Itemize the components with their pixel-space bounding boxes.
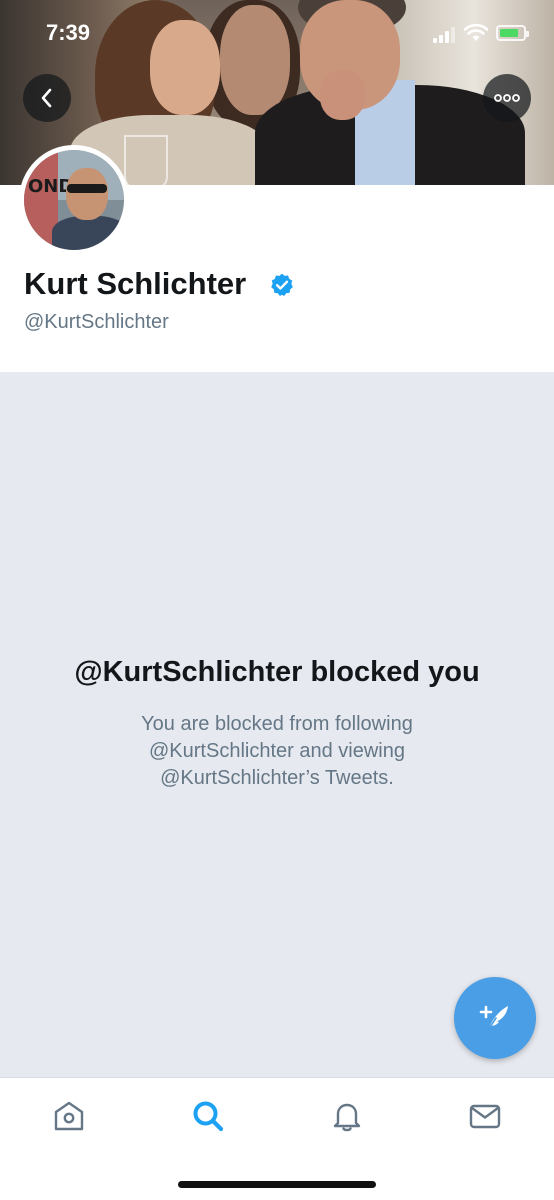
- tab-search[interactable]: [188, 1096, 228, 1136]
- profile-display-name: Kurt Schlichter: [24, 266, 247, 301]
- status-bar: 7:39: [0, 0, 554, 66]
- blocked-title: @KurtSchlichter blocked you: [74, 656, 480, 688]
- profile-handle: @KurtSchlichter: [24, 311, 169, 333]
- search-icon: [193, 1101, 224, 1132]
- avatar-photo: OND: [24, 150, 124, 250]
- status-time: 7:39: [46, 20, 91, 45]
- more-options-button[interactable]: [483, 74, 531, 122]
- cellular-signal-icon: [433, 27, 455, 43]
- tab-notifications[interactable]: [327, 1096, 367, 1136]
- wifi-icon: [464, 24, 488, 41]
- back-button[interactable]: [23, 74, 71, 122]
- battery-icon: [496, 25, 529, 41]
- tab-home[interactable]: [49, 1096, 89, 1136]
- home-icon: [54, 1101, 84, 1131]
- home-indicator[interactable]: [178, 1181, 376, 1188]
- compose-tweet-icon: [479, 1005, 508, 1031]
- verified-badge-icon: [271, 273, 293, 296]
- avatar-poster-text: OND: [28, 176, 74, 197]
- bell-icon: [333, 1103, 361, 1132]
- more-horizontal-icon: [494, 94, 520, 102]
- chevron-left-icon: [41, 88, 52, 108]
- blocked-description: You are blocked from following @KurtSchl…: [141, 713, 413, 789]
- compose-tweet-button[interactable]: [454, 977, 536, 1059]
- mail-icon: [469, 1104, 501, 1129]
- tab-messages[interactable]: [465, 1096, 505, 1136]
- blocked-notice: @KurtSchlichter blocked you You are bloc…: [0, 372, 554, 1077]
- profile-avatar[interactable]: OND: [19, 145, 129, 255]
